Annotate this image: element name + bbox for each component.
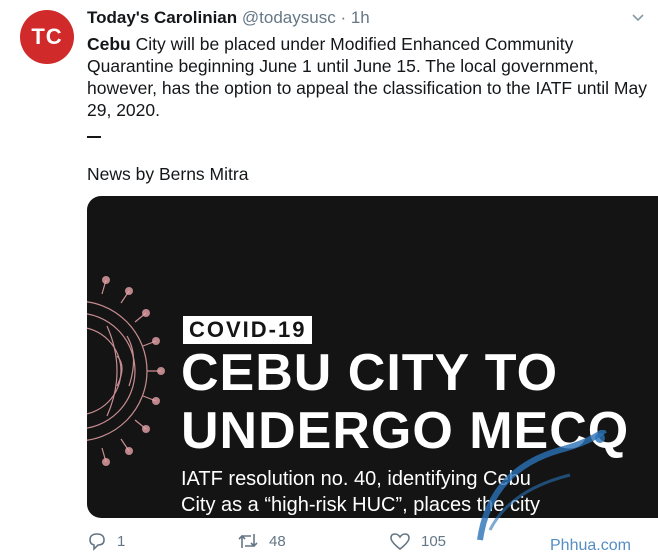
timestamp[interactable]: 1h [351,8,370,27]
separator: · [340,8,347,27]
retweet-button[interactable]: 48 [237,530,286,552]
virus-illustration [87,276,165,466]
covid-badge: COVID-19 [183,316,313,344]
tweet-actions: 1 48 105 [87,530,527,552]
display-name[interactable]: Today's Carolinian [87,8,237,27]
reply-count: 1 [117,532,126,550]
byline: News by Berns Mitra [87,164,249,184]
headline-line-1: CEBU CITY TO [181,344,559,402]
tweet-text-bold: Cebu [87,34,131,54]
tweet-text: Cebu City will be placed under Modified … [87,33,647,121]
avatar-text: TC [31,24,63,49]
reply-button[interactable]: 1 [87,530,125,552]
heart-icon [390,533,410,551]
watermark-text: Phhua.com [550,537,631,554]
divider [87,136,101,138]
retweet-count: 48 [269,532,286,550]
tweet-header: Today's Carolinian @todaysusc · 1h [87,6,618,30]
retweet-icon [238,534,258,548]
like-button[interactable]: 105 [389,530,446,552]
user-handle[interactable]: @todaysusc [242,8,336,27]
reply-icon [89,533,105,551]
like-count: 105 [421,532,447,550]
tweet-text-body: City will be placed under Modified Enhan… [87,34,647,120]
avatar[interactable]: TC [20,10,74,64]
chevron-down-icon[interactable] [630,10,646,26]
